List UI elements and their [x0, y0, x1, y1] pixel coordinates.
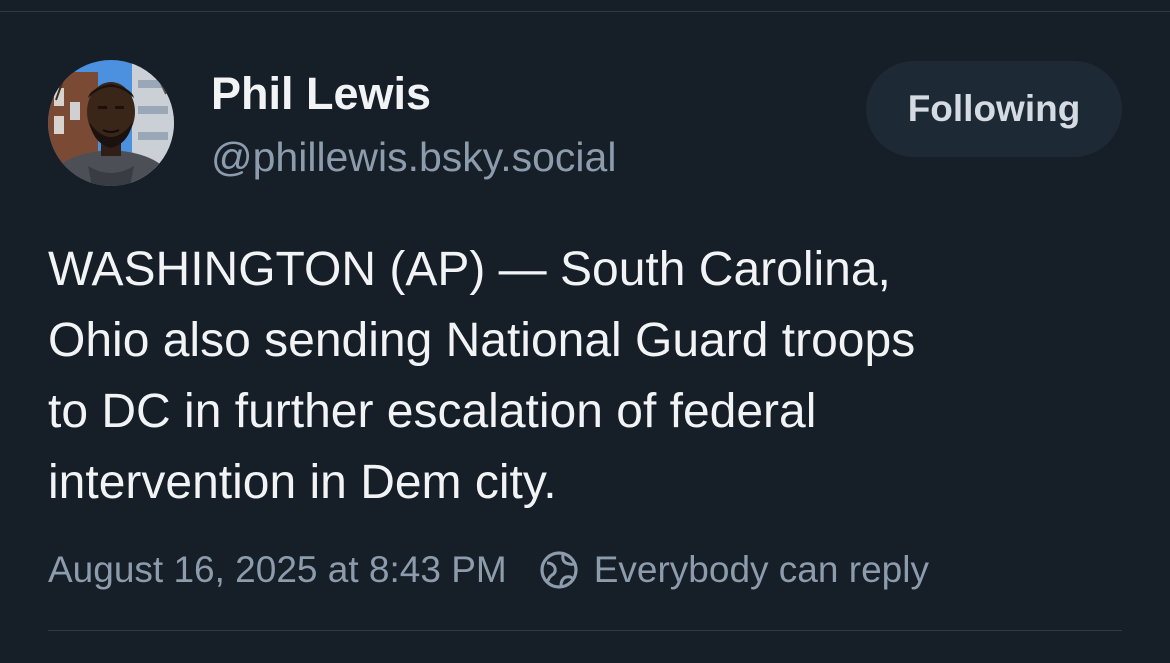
- post-text: WASHINGTON (AP) — South Carolina, Ohio a…: [48, 243, 916, 509]
- globe-icon: [540, 551, 578, 589]
- post-thread-item: Phil Lewis @phillewis.bsky.social Follow…: [0, 12, 1170, 663]
- avatar[interactable]: [48, 60, 174, 186]
- reply-setting[interactable]: Everybody can reply: [539, 549, 929, 591]
- post-timestamp: August 16, 2025 at 8:43 PM: [48, 549, 507, 590]
- avatar-photo: [48, 60, 174, 186]
- post-meta: August 16, 2025 at 8:43 PM Everybody can…: [48, 548, 929, 592]
- following-button[interactable]: Following: [866, 61, 1122, 157]
- bottom-divider: [48, 630, 1122, 631]
- author-display-name[interactable]: Phil Lewis: [211, 68, 431, 120]
- reply-setting-label: Everybody can reply: [593, 549, 929, 590]
- author-handle[interactable]: @phillewis.bsky.social: [211, 133, 616, 181]
